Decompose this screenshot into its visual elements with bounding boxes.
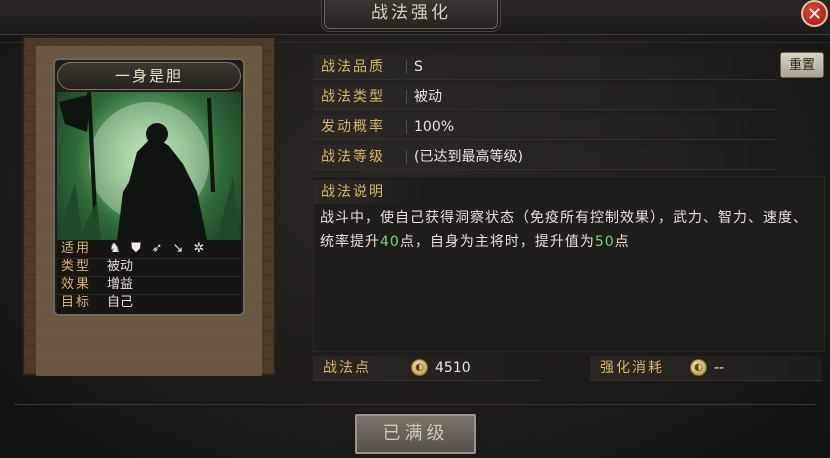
skill-stats: 适用 ♞ ⛊ ➶ ↘ ✲ 类型 被动 效果 增益 目标 自己: [57, 240, 241, 314]
description-text: 战斗中，使自己获得洞察状态（免疫所有控制效果），武力、智力、速度、统率提升40点…: [320, 206, 810, 254]
stat-label: 适用: [61, 241, 92, 256]
stat-row-target: 目标 自己: [57, 294, 241, 312]
desc-part: 点: [614, 234, 630, 250]
coin-icon: ◐: [411, 359, 428, 376]
shield-icon: ⛊: [131, 241, 141, 256]
skill-upgrade-window: 战法强化 ✕ 一身是胆 适用 ♞ ⛊ ➶ ↘ ✲ 类型 被动 效果 增益 目标 …: [0, 0, 830, 458]
info-row-probability: 发动概率 100%: [313, 115, 777, 140]
info-row-level: 战法等级 (已达到最高等级): [313, 145, 777, 170]
description-title: 战法说明: [313, 180, 423, 204]
desc-number: 40: [380, 234, 400, 250]
info-row-type: 战法类型 被动: [313, 85, 777, 110]
troop-type-icons: ♞ ⛊ ➶ ↘ ✲: [107, 241, 207, 257]
desc-number: 50: [594, 234, 615, 250]
skill-points-label: 战法点: [323, 360, 371, 376]
siege-icon: ✲: [193, 241, 205, 256]
reset-button[interactable]: 重置: [780, 52, 824, 78]
info-label: 发动概率: [321, 119, 385, 135]
coin-icon: ◐: [690, 359, 707, 376]
skill-points-value: 4510: [435, 360, 471, 376]
info-row-quality: 战法品质 S: [313, 55, 777, 80]
info-value: 被动: [414, 89, 442, 105]
max-level-button[interactable]: 已满级: [355, 414, 476, 454]
upgrade-cost-bar: 强化消耗 ◐ --: [590, 356, 822, 381]
separator: [406, 150, 407, 164]
skill-name: 一身是胆: [57, 62, 241, 90]
info-value: S: [414, 59, 423, 75]
stat-label: 效果: [61, 277, 92, 292]
separator: [406, 90, 407, 104]
stat-row-applicable: 适用 ♞ ⛊ ➶ ↘ ✲: [57, 240, 241, 259]
skill-artwork: [57, 92, 241, 240]
warrior-silhouette: [57, 92, 241, 240]
skill-card: 一身是胆 适用 ♞ ⛊ ➶ ↘ ✲ 类型 被动 效果 增益 目标 自己: [53, 58, 245, 316]
stat-value: 增益: [107, 277, 134, 292]
stat-label: 类型: [61, 259, 92, 274]
stat-row-effect: 效果 增益: [57, 276, 241, 295]
info-label: 战法类型: [321, 89, 385, 105]
separator: [406, 60, 407, 74]
info-value: 100%: [414, 119, 455, 135]
info-label: 战法等级: [321, 149, 385, 165]
cavalry-icon: ♞: [109, 241, 121, 256]
bottom-divider: [14, 404, 816, 405]
info-value: (已达到最高等级): [414, 149, 523, 165]
stat-label: 目标: [61, 295, 92, 310]
stat-row-type: 类型 被动: [57, 258, 241, 277]
desc-part: 点，自身为主将时，提升值为: [399, 234, 595, 250]
upgrade-cost-label: 强化消耗: [600, 360, 664, 376]
archer-icon: ➶: [151, 241, 163, 256]
skill-points-bar: 战法点 ◐ 4510: [313, 356, 541, 381]
stat-value: 自己: [107, 295, 134, 310]
separator: [406, 120, 407, 134]
spear-icon: ↘: [172, 241, 184, 256]
stat-value: 被动: [107, 259, 134, 274]
window-title: 战法强化: [324, 0, 498, 29]
upgrade-cost-value: --: [714, 360, 725, 376]
close-icon[interactable]: ✕: [801, 0, 828, 27]
info-label: 战法品质: [321, 59, 385, 75]
